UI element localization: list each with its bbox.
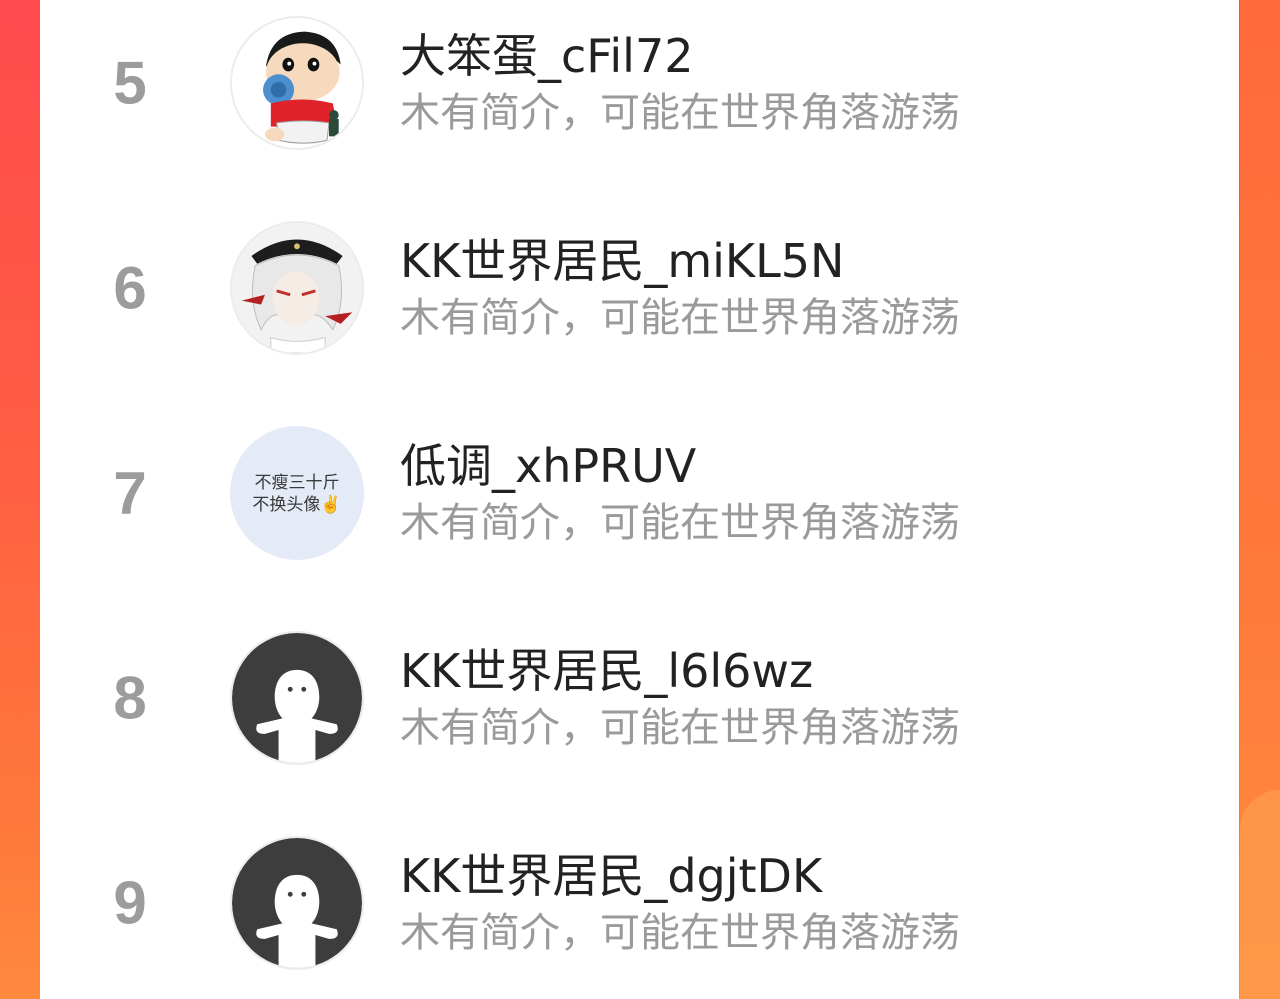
user-bio: 木有简介，可能在世界角落游荡 [400, 295, 960, 341]
background-decoration [1240, 790, 1280, 999]
avatar-text: 不瘦三十斤 [254, 472, 340, 493]
list-item[interactable]: 5 大笨蛋_cFil72 木有简介，可能在世界角落游荡 [40, 0, 1239, 185]
rank-number: 8 [113, 664, 147, 731]
list-item[interactable]: 9 KK世界居民_dgjtDK 木有简介，可能在世界角落游荡 [40, 800, 1239, 999]
user-bio: 木有简介，可能在世界角落游荡 [400, 705, 960, 751]
right-background-strip [1240, 0, 1280, 999]
ranking-list-panel: 5 大笨蛋_cFil72 木有简介，可能在世界角落游荡 6 KK世界居民_miK… [40, 0, 1239, 999]
user-bio: 木有简介，可能在世界角落游荡 [400, 910, 960, 956]
list-item[interactable]: 8 KK世界居民_l6l6wz 木有简介，可能在世界角落游荡 [40, 595, 1239, 800]
rank-number: 7 [113, 459, 147, 526]
user-name[interactable]: KK世界居民_miKL5N [400, 225, 844, 291]
user-bio: 木有简介，可能在世界角落游荡 [400, 500, 960, 546]
user-name[interactable]: 大笨蛋_cFil72 [400, 20, 694, 86]
list-item[interactable]: 7 不瘦三十斤 不换头像✌ 低调_xhPRUV 木有简介，可能在世界角落游荡 [40, 390, 1239, 595]
default-ghost-avatar-icon[interactable] [230, 835, 364, 970]
user-name[interactable]: KK世界居民_dgjtDK [400, 840, 822, 906]
rank-number: 6 [113, 254, 147, 321]
rank-number: 5 [113, 49, 147, 116]
text-avatar-icon[interactable]: 不瘦三十斤 不换头像✌ [230, 425, 364, 560]
user-bio: 木有简介，可能在世界角落游荡 [400, 90, 960, 136]
user-name[interactable]: 低调_xhPRUV [400, 430, 696, 496]
default-ghost-avatar-icon[interactable] [230, 630, 364, 765]
list-item[interactable]: 6 KK世界居民_miKL5N 木有简介，可能在世界角落游荡 [40, 185, 1239, 390]
avatar-text: 不换头像✌ [252, 494, 342, 515]
anime-character-avatar-icon[interactable] [230, 220, 364, 355]
rank-number: 9 [113, 869, 147, 936]
cartoon-boy-avatar-icon[interactable] [230, 15, 364, 150]
user-name[interactable]: KK世界居民_l6l6wz [400, 635, 813, 701]
